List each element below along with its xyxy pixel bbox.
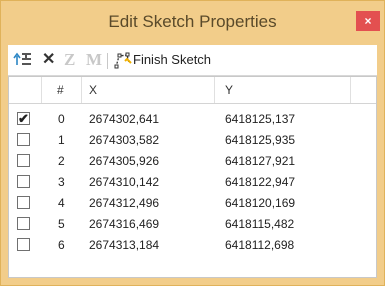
column-header-y[interactable]: Y	[225, 83, 233, 97]
row-index: 6	[58, 238, 65, 252]
column-divider	[41, 77, 42, 103]
row-y-value[interactable]: 6418125,137	[225, 112, 295, 126]
row-x-value[interactable]: 2674302,641	[89, 112, 159, 126]
row-checkbox[interactable]	[17, 154, 30, 167]
title-bar[interactable]: Edit Sketch Properties ×	[1, 1, 384, 45]
row-checkbox[interactable]: ✔	[17, 112, 30, 125]
row-checkbox[interactable]	[17, 175, 30, 188]
row-y-value[interactable]: 6418120,169	[225, 196, 295, 210]
toolbar-divider	[107, 53, 108, 69]
row-index: 3	[58, 175, 65, 189]
table-row[interactable]: ✔ 0 2674302,641 6418125,137	[9, 109, 376, 130]
table-row[interactable]: 3 2674310,142 6418122,947	[9, 172, 376, 193]
row-index: 0	[58, 112, 65, 126]
column-header-x[interactable]: X	[89, 83, 97, 97]
row-checkbox[interactable]	[17, 133, 30, 146]
row-y-value[interactable]: 6418127,921	[225, 154, 295, 168]
column-divider	[214, 77, 215, 103]
row-x-value[interactable]: 2674303,582	[89, 133, 159, 147]
column-header-index[interactable]: #	[57, 83, 64, 97]
toolbar: ✕ Z M Finish Sketch	[8, 45, 377, 76]
finish-sketch-label: Finish Sketch	[133, 52, 212, 67]
close-button[interactable]: ×	[356, 11, 380, 31]
row-x-value[interactable]: 2674310,142	[89, 175, 159, 189]
row-index: 4	[58, 196, 65, 210]
insert-vertex-icon[interactable]	[13, 51, 33, 69]
table-row[interactable]: 5 2674316,469 6418115,482	[9, 214, 376, 235]
m-values-icon[interactable]: M	[86, 51, 102, 69]
delete-vertex-icon[interactable]: ✕	[42, 51, 55, 69]
row-y-value[interactable]: 6418112,698	[225, 238, 294, 252]
row-checkbox[interactable]	[17, 196, 30, 209]
column-divider	[81, 77, 82, 103]
row-checkbox[interactable]	[17, 238, 30, 251]
table-row[interactable]: 1 2674303,582 6418125,935	[9, 130, 376, 151]
row-index: 5	[58, 217, 65, 231]
row-y-value[interactable]: 6418125,935	[225, 133, 295, 147]
row-y-value[interactable]: 6418115,482	[225, 217, 294, 231]
row-x-value[interactable]: 2674313,184	[89, 238, 159, 252]
table-row[interactable]: 2 2674305,926 6418127,921	[9, 151, 376, 172]
row-x-value[interactable]: 2674305,926	[89, 154, 159, 168]
row-index: 1	[58, 133, 65, 147]
table-header: # X Y	[9, 77, 376, 104]
table-row[interactable]: 6 2674313,184 6418112,698	[9, 235, 376, 256]
row-y-value[interactable]: 6418122,947	[225, 175, 295, 189]
z-values-icon[interactable]: Z	[64, 51, 75, 69]
row-x-value[interactable]: 2674312,496	[89, 196, 159, 210]
window-title: Edit Sketch Properties	[108, 12, 277, 31]
row-checkbox[interactable]	[17, 217, 30, 230]
column-divider	[350, 77, 351, 103]
table-row[interactable]: 4 2674312,496 6418120,169	[9, 193, 376, 214]
finish-sketch-icon	[114, 52, 132, 69]
edit-sketch-properties-window: Edit Sketch Properties × ✕ Z M Finish Sk…	[0, 0, 385, 286]
row-x-value[interactable]: 2674316,469	[89, 217, 159, 231]
vertex-table: # X Y ✔ 0 2674302,641 6418125,137 1 2674…	[8, 76, 377, 278]
row-index: 2	[58, 154, 65, 168]
